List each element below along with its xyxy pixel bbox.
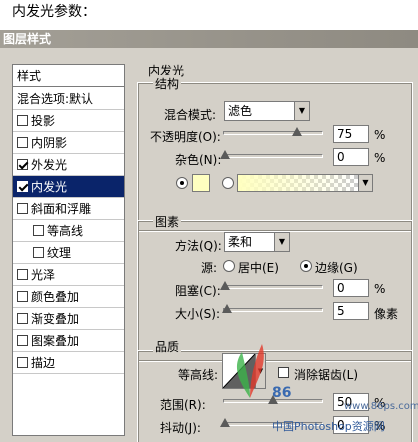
style-item-checkbox[interactable] <box>17 137 28 148</box>
style-item-checkbox[interactable] <box>17 313 28 324</box>
dialog-titlebar: 图层样式 <box>0 30 418 48</box>
style-list-header-label: 样式 <box>17 69 42 83</box>
style-item-5[interactable]: 斜面和浮雕 <box>13 198 124 220</box>
antialias-label: 消除锯齿(L) <box>294 368 359 382</box>
blend-mode-select[interactable]: 滤色 ▼ <box>224 101 310 121</box>
size-slider[interactable] <box>222 303 323 317</box>
style-item-label: 纹理 <box>47 246 72 260</box>
style-item-label: 投影 <box>31 114 56 128</box>
opacity-label: 不透明度(O): <box>150 130 221 144</box>
jitter-label: 抖动(J): <box>160 421 201 435</box>
quality-title: 品质 <box>153 338 182 355</box>
style-item-6[interactable]: 等高线 <box>13 220 124 242</box>
glow-gradient-picker[interactable]: ▼ <box>237 174 373 192</box>
style-item-checkbox[interactable] <box>33 247 44 258</box>
style-item-11[interactable]: 图案叠加 <box>13 330 124 352</box>
chevron-down-icon: ▼ <box>358 175 372 191</box>
choke-input[interactable]: 0 <box>333 279 369 297</box>
style-item-7[interactable]: 纹理 <box>13 242 124 264</box>
choke-label: 阻塞(C): <box>175 284 221 298</box>
style-item-label: 图案叠加 <box>31 334 80 348</box>
style-item-checkbox[interactable] <box>17 269 28 280</box>
style-item-4[interactable]: 内发光 <box>13 176 124 198</box>
style-item-checkbox[interactable] <box>17 181 28 192</box>
style-item-10[interactable]: 渐变叠加 <box>13 308 124 330</box>
style-item-label: 内发光 <box>31 180 68 194</box>
source-edge-label: 边缘(G) <box>315 261 358 275</box>
style-item-3[interactable]: 外发光 <box>13 154 124 176</box>
page-caption: 内发光参数： <box>12 4 96 20</box>
contour-label: 等高线: <box>178 368 219 382</box>
style-item-checkbox[interactable] <box>17 291 28 302</box>
blend-options-label: 混合选项:默认 <box>17 92 94 106</box>
style-item-checkbox[interactable] <box>17 357 28 368</box>
size-input[interactable]: 5 <box>333 302 369 320</box>
noise-slider-thumb[interactable] <box>220 150 230 159</box>
blend-mode-label: 混合模式: <box>164 108 217 122</box>
style-item-checkbox[interactable] <box>17 203 28 214</box>
size-label: 大小(S): <box>175 307 221 321</box>
chevron-down-icon: ▼ <box>274 233 289 251</box>
style-item-label: 渐变叠加 <box>31 312 80 326</box>
source-center-label: 居中(E) <box>238 261 279 275</box>
jitter-slider-thumb[interactable] <box>220 418 230 427</box>
size-unit: 像素 <box>374 307 399 321</box>
style-list-header[interactable]: 样式 <box>13 65 124 87</box>
style-item-checkbox[interactable] <box>17 335 28 346</box>
chevron-down-icon: ▼ <box>294 102 309 120</box>
opacity-unit: % <box>374 128 386 142</box>
noise-input[interactable]: 0 <box>333 148 369 166</box>
style-item-12[interactable]: 描边 <box>13 352 124 374</box>
opacity-slider-thumb[interactable] <box>292 127 302 136</box>
noise-unit: % <box>374 151 386 165</box>
layer-style-dialog: 图层样式 样式 混合选项:默认 投影内阴影外发光内发光斜面和浮雕等高线纹理光泽颜… <box>0 30 418 442</box>
solid-color-radio[interactable] <box>176 177 188 189</box>
style-item-8[interactable]: 光泽 <box>13 264 124 286</box>
structure-title: 结构 <box>153 75 182 92</box>
technique-label: 方法(Q): <box>175 239 222 253</box>
antialias-checkbox[interactable] <box>278 367 289 378</box>
style-item-label: 描边 <box>31 356 56 370</box>
choke-slider-thumb[interactable] <box>220 281 230 290</box>
watermark-url: www.86ps.com <box>344 401 418 412</box>
noise-label: 杂色(N): <box>175 153 222 167</box>
style-item-checkbox[interactable] <box>33 225 44 236</box>
style-item-9[interactable]: 颜色叠加 <box>13 286 124 308</box>
opacity-input[interactable]: 75 <box>333 125 369 143</box>
watermark-logo-text: 86 <box>272 385 292 401</box>
blend-options-item[interactable]: 混合选项:默认 <box>13 88 124 110</box>
elements-title: 图素 <box>153 213 182 230</box>
choke-slider[interactable] <box>220 280 323 294</box>
source-edge-radio[interactable] <box>300 260 312 272</box>
opacity-slider[interactable] <box>223 126 323 140</box>
choke-unit: % <box>374 282 386 296</box>
glow-color-swatch[interactable] <box>192 174 210 192</box>
range-label: 范围(R): <box>160 398 206 412</box>
technique-select[interactable]: 柔和 ▼ <box>224 232 290 252</box>
watermark-text: 中国Photoshop资源网 <box>272 420 385 433</box>
style-item-label: 等高线 <box>47 224 84 238</box>
style-item-checkbox[interactable] <box>17 115 28 126</box>
watermark-logo-icon <box>236 344 264 398</box>
dialog-title: 图层样式 <box>3 32 52 46</box>
style-item-2[interactable]: 内阴影 <box>13 132 124 154</box>
gradient-radio[interactable] <box>222 177 234 189</box>
style-item-label: 外发光 <box>31 158 68 172</box>
blend-mode-value: 滤色 <box>228 104 253 118</box>
style-item-1[interactable]: 投影 <box>13 110 124 132</box>
noise-slider[interactable] <box>220 149 323 163</box>
technique-value: 柔和 <box>228 235 253 249</box>
style-item-label: 颜色叠加 <box>31 290 80 304</box>
source-label: 源: <box>201 261 218 275</box>
style-item-label: 光泽 <box>31 268 56 282</box>
style-item-checkbox[interactable] <box>17 159 28 170</box>
source-center-radio[interactable] <box>223 260 235 272</box>
style-item-label: 斜面和浮雕 <box>31 202 92 216</box>
style-list: 样式 混合选项:默认 投影内阴影外发光内发光斜面和浮雕等高线纹理光泽颜色叠加渐变… <box>12 64 125 436</box>
style-item-label: 内阴影 <box>31 136 68 150</box>
size-slider-thumb[interactable] <box>222 304 232 313</box>
